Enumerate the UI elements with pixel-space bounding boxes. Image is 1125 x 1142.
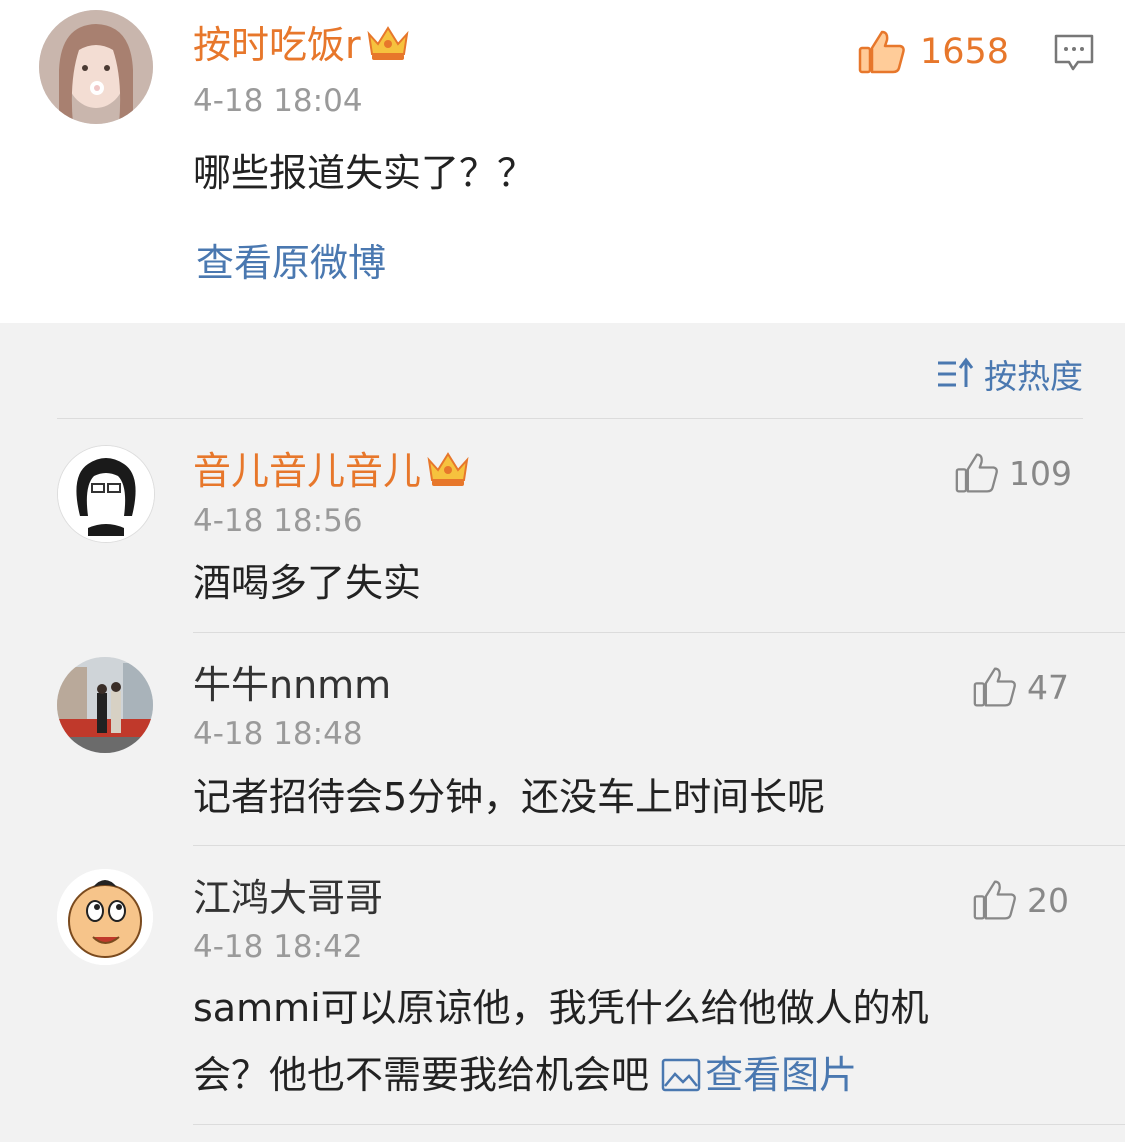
comment-username[interactable]: 江鸿大哥哥 (193, 875, 383, 921)
comment-username[interactable]: 牛牛nnmm (193, 662, 391, 708)
comment-username-text: 音儿音儿音儿 (193, 449, 422, 493)
comment-text-line-2: 会？他也不需要我给机会吧 查看图片 (193, 1040, 857, 1110)
comment-avatar[interactable] (57, 869, 153, 965)
comment-text-line-1: sammi可以原谅他，我凭什么给他做人的机 (193, 986, 929, 1030)
vip-crown-icon (367, 26, 409, 60)
comment-text: 酒喝多了失实 (193, 561, 422, 605)
divider (193, 1124, 1125, 1125)
comment-avatar[interactable] (57, 445, 155, 543)
main-post-username[interactable]: 按时吃饭r (193, 22, 411, 68)
main-post: 按时吃饭r 4-18 18:04 哪些报道失实了？？ 查看原微博 1658 (0, 0, 1125, 323)
thumbs-up-icon (973, 667, 1016, 707)
image-icon (661, 1058, 701, 1092)
comment-like-count: 109 (1009, 453, 1072, 493)
avatar-image (39, 10, 153, 124)
main-post-time: 4-18 18:04 (193, 83, 363, 119)
comment-like-button[interactable]: 20 (973, 878, 1069, 922)
comment-text-line-2-text: 会？他也不需要我给机会吧 (193, 1053, 650, 1097)
thumbs-up-filled-icon (858, 30, 905, 74)
main-post-like-button[interactable]: 1658 (858, 28, 1009, 76)
sort-label: 按热度 (984, 357, 1083, 396)
comment-time: 4-18 18:48 (193, 716, 363, 752)
view-image-link[interactable]: 查看图片 (661, 1053, 857, 1097)
comment-like-count: 47 (1027, 667, 1069, 707)
comment-like-count: 20 (1027, 880, 1069, 920)
main-post-like-count: 1658 (920, 32, 1010, 72)
sort-icon (938, 357, 974, 387)
comment-icon[interactable] (1053, 33, 1095, 73)
main-post-text: 哪些报道失实了？？ (193, 151, 536, 195)
avatar-image (57, 657, 153, 753)
avatar-image (58, 446, 154, 542)
main-post-username-text: 按时吃饭r (193, 23, 361, 67)
comment-avatar[interactable] (57, 657, 153, 753)
avatar-image (57, 869, 153, 965)
thumbs-up-icon (955, 453, 998, 493)
vip-crown-icon (427, 452, 469, 486)
comment-time: 4-18 18:42 (193, 929, 363, 965)
view-image-label: 查看图片 (705, 1053, 858, 1097)
thumbs-up-icon (973, 880, 1016, 920)
comment-text: 记者招待会5分钟，还没车上时间长呢 (193, 775, 826, 819)
comment-time: 4-18 18:56 (193, 503, 363, 539)
divider (193, 845, 1125, 846)
comment-username[interactable]: 音儿音儿音儿 (193, 448, 471, 494)
view-original-link[interactable]: 查看原微博 (196, 240, 386, 286)
divider (57, 418, 1083, 419)
main-post-avatar[interactable] (39, 10, 153, 124)
comment-like-button[interactable]: 109 (955, 451, 1072, 495)
sort-by-hot-button[interactable]: 按热度 (936, 350, 1083, 398)
divider (193, 632, 1125, 633)
comment-like-button[interactable]: 47 (973, 665, 1069, 709)
